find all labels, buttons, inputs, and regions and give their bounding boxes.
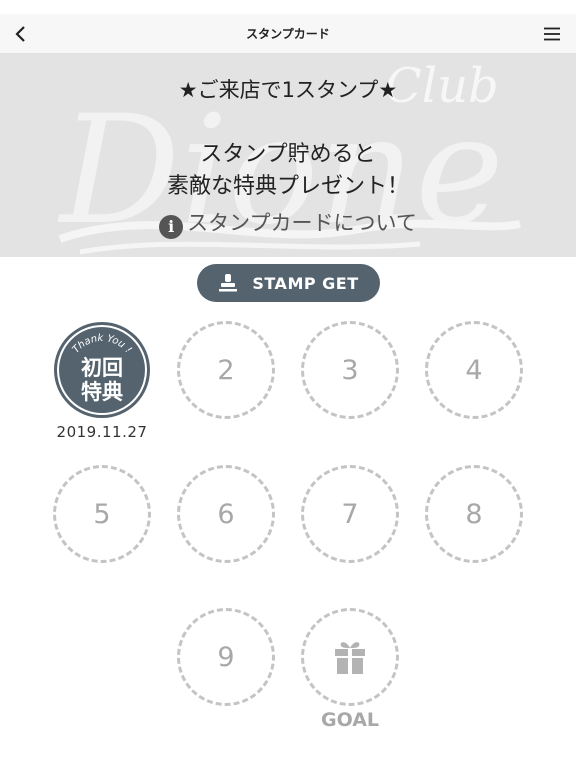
- goal-label: GOAL: [320, 709, 380, 731]
- stamp-slot-goal: [301, 608, 399, 706]
- stamp-card-banner: Club Dione ★ご来店で1スタンプ★ スタンプ貯めると 素敵な特典プレゼ…: [0, 54, 576, 257]
- stamp-slot-1-stamped: Thank You ! 初回 特典: [53, 321, 151, 419]
- stamp-slot-7: 7: [301, 465, 399, 563]
- banner-description-line1: スタンプ貯めると: [200, 142, 376, 167]
- banner-headline: ★ご来店で1スタンプ★: [178, 78, 398, 102]
- slot-number: 3: [341, 354, 359, 386]
- gift-icon: [335, 642, 365, 674]
- stamp-slot-6: 6: [177, 465, 275, 563]
- slot-number: 8: [465, 498, 483, 530]
- slot-number: 4: [465, 354, 483, 386]
- stamp-slot-8: 8: [425, 465, 523, 563]
- stamp-get-label: STAMP GET: [252, 273, 359, 293]
- slot-number: 6: [217, 498, 235, 530]
- about-stamp-card-link[interactable]: i スタンプカードについて: [0, 207, 576, 239]
- info-icon: i: [159, 215, 184, 239]
- badge-line1-text: 初回: [81, 356, 123, 380]
- hamburger-menu-icon: [544, 27, 560, 41]
- page-title: スタンプカード: [246, 27, 330, 41]
- first-visit-stamp-badge: Thank You ! 初回 特典: [54, 322, 150, 418]
- slot-number: 2: [217, 354, 235, 386]
- about-stamp-card-label: スタンプカードについて: [187, 211, 417, 235]
- stamp-slot-3: 3: [301, 321, 399, 419]
- stamp-icon: [219, 274, 238, 292]
- stamp-slot-9: 9: [177, 608, 275, 706]
- slot-number: 5: [93, 498, 111, 530]
- stamp-slot-2: 2: [177, 321, 275, 419]
- slot-number: 7: [341, 498, 359, 530]
- stamp-slot-5: 5: [53, 465, 151, 563]
- navigation-bar: スタンプカード: [0, 14, 576, 54]
- stamp-get-button[interactable]: STAMP GET: [197, 264, 380, 302]
- banner-description-line2: 素敵な特典プレゼント！: [166, 174, 409, 199]
- menu-button[interactable]: [540, 22, 564, 46]
- stamp-date: 2019.11.27: [56, 423, 148, 441]
- slot-number: 9: [217, 641, 235, 673]
- stamp-slot-4: 4: [425, 321, 523, 419]
- badge-line2-text: 特典: [81, 380, 123, 404]
